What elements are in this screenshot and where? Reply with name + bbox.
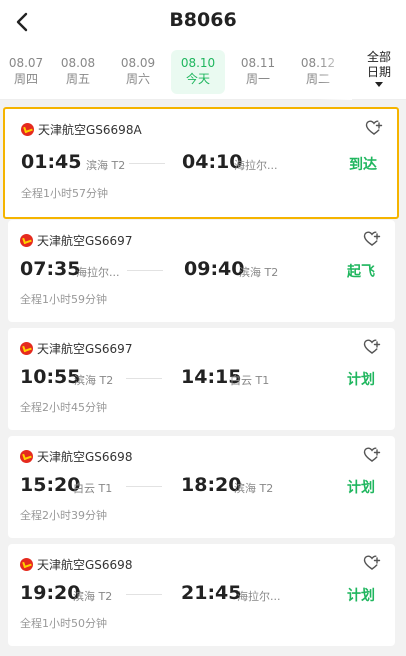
departure-time: 01:45: [21, 151, 82, 173]
weekday-label: 今天: [185, 72, 210, 86]
arrival-time: 09:40: [184, 258, 245, 280]
route-line: [126, 486, 162, 487]
departure-airport: 海拉尔...: [76, 266, 120, 279]
departure-airport: 滨海 T2: [86, 159, 126, 172]
flight-card[interactable]: 天津航空GS6698A 01:45 滨海 T2 04:10 海拉尔... 到达 …: [3, 107, 399, 219]
weekday-label: 周一: [245, 72, 270, 86]
airline-logo-icon: [21, 122, 34, 136]
airline-flight-number: 天津航空GS6697: [37, 341, 133, 356]
heart-plus-icon[interactable]: [363, 230, 381, 248]
airline-row: 天津航空GS6697: [20, 232, 132, 248]
weekday-label: 周六: [125, 72, 150, 86]
flight-card[interactable]: 天津航空GS6698 19:20 滨海 T2 21:45 海拉尔... 计划 全…: [8, 544, 395, 646]
flight-card[interactable]: 天津航空GS6697 10:55 滨海 T2 14:15 白云 T1 计划 全程…: [8, 328, 395, 430]
route-line: [126, 594, 162, 595]
flight-status: 到达: [349, 157, 377, 173]
airline-flight-number: 天津航空GS6698: [37, 449, 133, 464]
departure-airport: 白云 T1: [73, 482, 113, 495]
flight-card[interactable]: 天津航空GS6697 07:35 海拉尔... 09:40 滨海 T2 起飞 全…: [8, 220, 395, 322]
airline-row: 天津航空GS6698: [20, 556, 132, 572]
airline-flight-number: 天津航空GS6697: [37, 233, 133, 248]
top-bar: B8066: [0, 0, 406, 44]
departure-time: 15:20: [20, 474, 81, 496]
route-line: [127, 270, 163, 271]
heart-plus-icon[interactable]: [365, 119, 383, 137]
departure-airport: 滨海 T2: [74, 374, 114, 387]
route-line: [129, 163, 165, 164]
route-line: [126, 378, 162, 379]
date-selector: 08.07 周四 08.08 周五 08.09 周六 08.10 今天 08.1…: [0, 44, 406, 100]
departure-airport: 滨海 T2: [73, 590, 113, 603]
weekday-label: 周四: [13, 72, 38, 86]
flight-duration: 全程1小时57分钟: [21, 187, 108, 200]
airline-logo-icon: [20, 449, 33, 463]
date-tab-0807[interactable]: 08.07 周四: [2, 50, 50, 94]
date-tab-0811[interactable]: 08.11 周一: [234, 50, 282, 94]
airline-row: 天津航空GS6698: [20, 448, 132, 464]
airline-logo-icon: [20, 341, 33, 355]
arrival-time: 18:20: [181, 474, 242, 496]
airline-row: 天津航空GS6698A: [21, 121, 142, 137]
flight-duration: 全程2小时45分钟: [20, 401, 107, 414]
departure-time: 19:20: [20, 582, 81, 604]
caret-down-icon: [375, 82, 383, 87]
airline-flight-number: 天津航空GS6698A: [38, 122, 142, 137]
flight-status: 计划: [347, 372, 375, 388]
flight-duration: 全程2小时39分钟: [20, 509, 107, 522]
flight-status: 计划: [347, 588, 375, 604]
arrival-airport: 海拉尔...: [237, 590, 281, 603]
airline-row: 天津航空GS6697: [20, 340, 132, 356]
arrival-airport: 滨海 T2: [234, 482, 274, 495]
heart-plus-icon[interactable]: [363, 338, 381, 356]
all-dates-line1: 全部: [366, 50, 391, 64]
date-label: 08.10: [180, 56, 216, 70]
flight-status: 计划: [347, 480, 375, 496]
arrival-airport: 滨海 T2: [239, 266, 279, 279]
flight-status: 起飞: [347, 264, 375, 280]
weekday-label: 周五: [65, 72, 90, 86]
date-label: 08.08: [60, 56, 96, 70]
departure-time: 10:55: [20, 366, 81, 388]
all-dates-line2: 日期: [366, 65, 391, 79]
date-tab-0810-today[interactable]: 08.10 今天: [171, 50, 225, 94]
flight-duration: 全程1小时59分钟: [20, 293, 107, 306]
arrival-time: 21:45: [181, 582, 242, 604]
flight-duration: 全程1小时50分钟: [20, 617, 107, 630]
heart-plus-icon[interactable]: [363, 554, 381, 572]
scroll-fade: [318, 44, 352, 100]
date-tab-0809[interactable]: 08.09 周六: [114, 50, 162, 94]
all-dates-button[interactable]: 全部 日期: [354, 50, 404, 96]
heart-plus-icon[interactable]: [363, 446, 381, 464]
airline-flight-number: 天津航空GS6698: [37, 557, 133, 572]
airline-logo-icon: [20, 557, 33, 571]
page-title: B8066: [169, 9, 237, 31]
date-tab-0808[interactable]: 08.08 周五: [54, 50, 102, 94]
arrival-airport: 海拉尔...: [234, 159, 278, 172]
date-label: 08.11: [240, 56, 276, 70]
arrival-airport: 白云 T1: [230, 374, 270, 387]
date-label: 08.07: [8, 56, 44, 70]
flight-card[interactable]: 天津航空GS6698 15:20 白云 T1 18:20 滨海 T2 计划 全程…: [8, 436, 395, 538]
departure-time: 07:35: [20, 258, 81, 280]
date-label: 08.09: [120, 56, 156, 70]
airline-logo-icon: [20, 233, 33, 247]
